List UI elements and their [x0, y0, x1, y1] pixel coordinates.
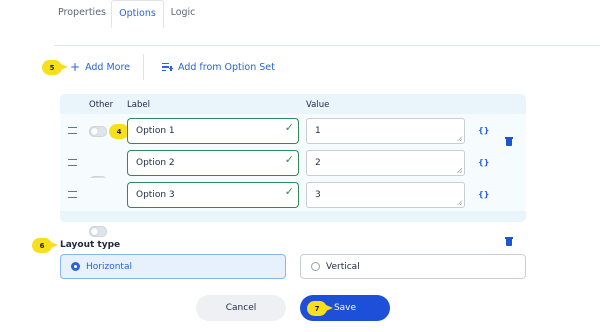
- resize-grip-icon[interactable]: [457, 200, 462, 205]
- cancel-button[interactable]: Cancel: [196, 295, 286, 321]
- plus-icon: +: [70, 60, 81, 74]
- option-value: 2: [315, 158, 321, 168]
- column-header-label: Label: [127, 100, 150, 110]
- list-add-icon: [162, 62, 173, 72]
- tab-options[interactable]: Options: [111, 0, 164, 28]
- checkmark-icon: ✓: [284, 153, 294, 166]
- option-label-input[interactable]: Option 3 ✓: [127, 182, 299, 208]
- option-label-value: Option 2: [136, 158, 175, 168]
- radio-selected-icon: [71, 262, 80, 271]
- option-label-input[interactable]: Option 2 ✓: [127, 150, 299, 176]
- add-from-option-set-button[interactable]: Add from Option Set: [162, 59, 275, 75]
- add-from-option-set-label: Add from Option Set: [178, 61, 275, 73]
- other-toggle[interactable]: [89, 226, 107, 237]
- option-label-value: Option 1: [136, 126, 175, 136]
- option-label-input[interactable]: Option 1 ✓: [127, 118, 299, 144]
- toolbar-divider: [143, 54, 144, 80]
- code-braces-icon[interactable]: {}: [478, 158, 489, 167]
- radio-unselected-icon: [311, 262, 320, 271]
- drag-handle-icon[interactable]: [68, 127, 77, 134]
- column-header-value: Value: [306, 100, 330, 110]
- drag-handle-icon[interactable]: [68, 159, 77, 166]
- option-label-value: Option 3: [136, 190, 175, 200]
- step-badge-6: 6: [32, 238, 58, 253]
- other-toggle[interactable]: [89, 126, 107, 137]
- layout-option-vertical[interactable]: Vertical: [300, 254, 526, 279]
- layout-option-label: Horizontal: [86, 261, 132, 272]
- step-badge-7: 7: [307, 301, 333, 316]
- add-more-button[interactable]: + Add More: [70, 59, 130, 75]
- step-badge-4: 4: [109, 124, 135, 139]
- checkmark-icon: ✓: [284, 121, 294, 134]
- resize-grip-icon[interactable]: [457, 136, 462, 141]
- trash-icon[interactable]: [505, 237, 513, 246]
- checkmark-icon: ✓: [284, 185, 294, 198]
- option-value-input[interactable]: 1: [306, 118, 465, 144]
- tab-properties[interactable]: Properties: [54, 0, 110, 26]
- code-braces-icon[interactable]: {}: [478, 190, 489, 199]
- drag-handle-icon[interactable]: [68, 191, 77, 198]
- column-header-other: Other: [89, 100, 114, 110]
- option-value: 3: [315, 190, 321, 200]
- step-badge-5: 5: [42, 60, 68, 75]
- layout-option-label: Vertical: [326, 261, 360, 272]
- trash-icon[interactable]: [505, 137, 513, 146]
- resize-grip-icon[interactable]: [457, 168, 462, 173]
- layout-type-title: Layout type: [60, 240, 121, 250]
- option-value: 1: [315, 126, 321, 136]
- code-braces-icon[interactable]: {}: [478, 126, 489, 135]
- option-value-input[interactable]: 3: [306, 182, 465, 208]
- tab-logic[interactable]: Logic: [164, 0, 202, 26]
- save-label: Save: [333, 303, 357, 313]
- add-more-label: Add More: [85, 61, 131, 73]
- layout-option-horizontal[interactable]: Horizontal: [60, 254, 286, 279]
- option-value-input[interactable]: 2: [306, 150, 465, 176]
